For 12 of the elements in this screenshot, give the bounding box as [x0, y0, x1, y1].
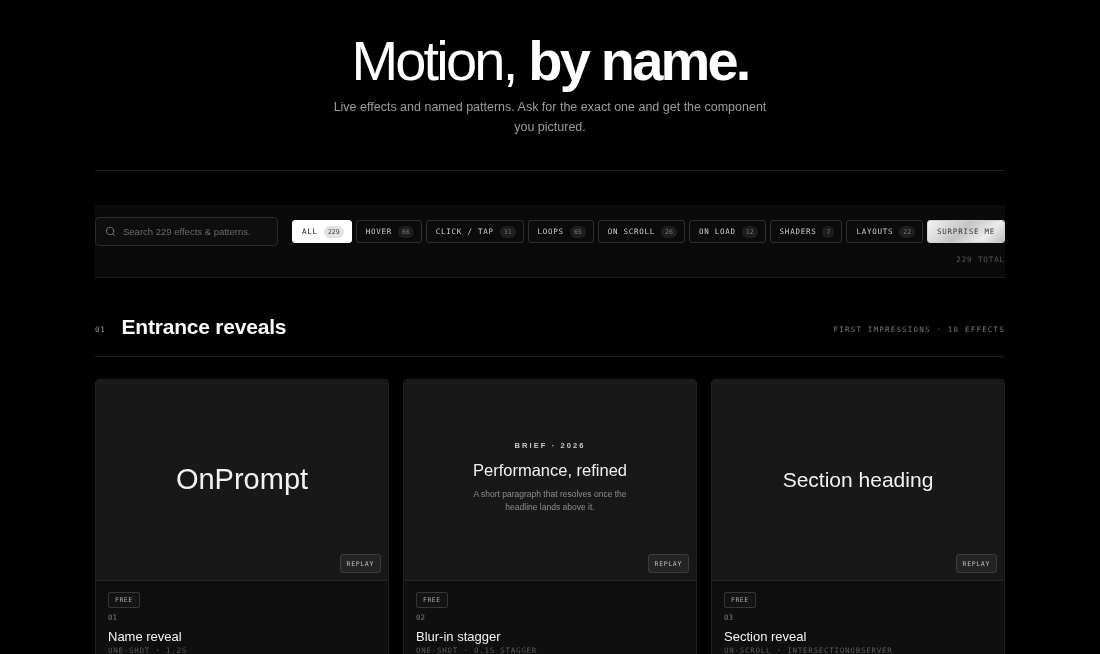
preview-wordmark: OnPrompt: [175, 462, 309, 496]
preview-heading: Section heading: [782, 468, 934, 492]
preview-title: Performance, refined: [472, 460, 628, 480]
effect-name: Section reveal: [724, 629, 807, 645]
effect-name: Blur-in stagger: [416, 629, 501, 645]
search-field[interactable]: Search 229 effects & patterns.: [95, 217, 279, 246]
hero-title: Motion, by name.: [351, 31, 749, 91]
search-icon: [105, 226, 116, 237]
preview-paragraph: A short paragraph that resolves once the headline lands above it.: [472, 487, 628, 514]
effect-name: Name reveal: [108, 629, 182, 645]
section-title: Entrance reveals: [121, 314, 287, 339]
hero-subtitle: Live effects and named patterns. Ask for the exact one and get the component you pictured.: [332, 99, 768, 136]
